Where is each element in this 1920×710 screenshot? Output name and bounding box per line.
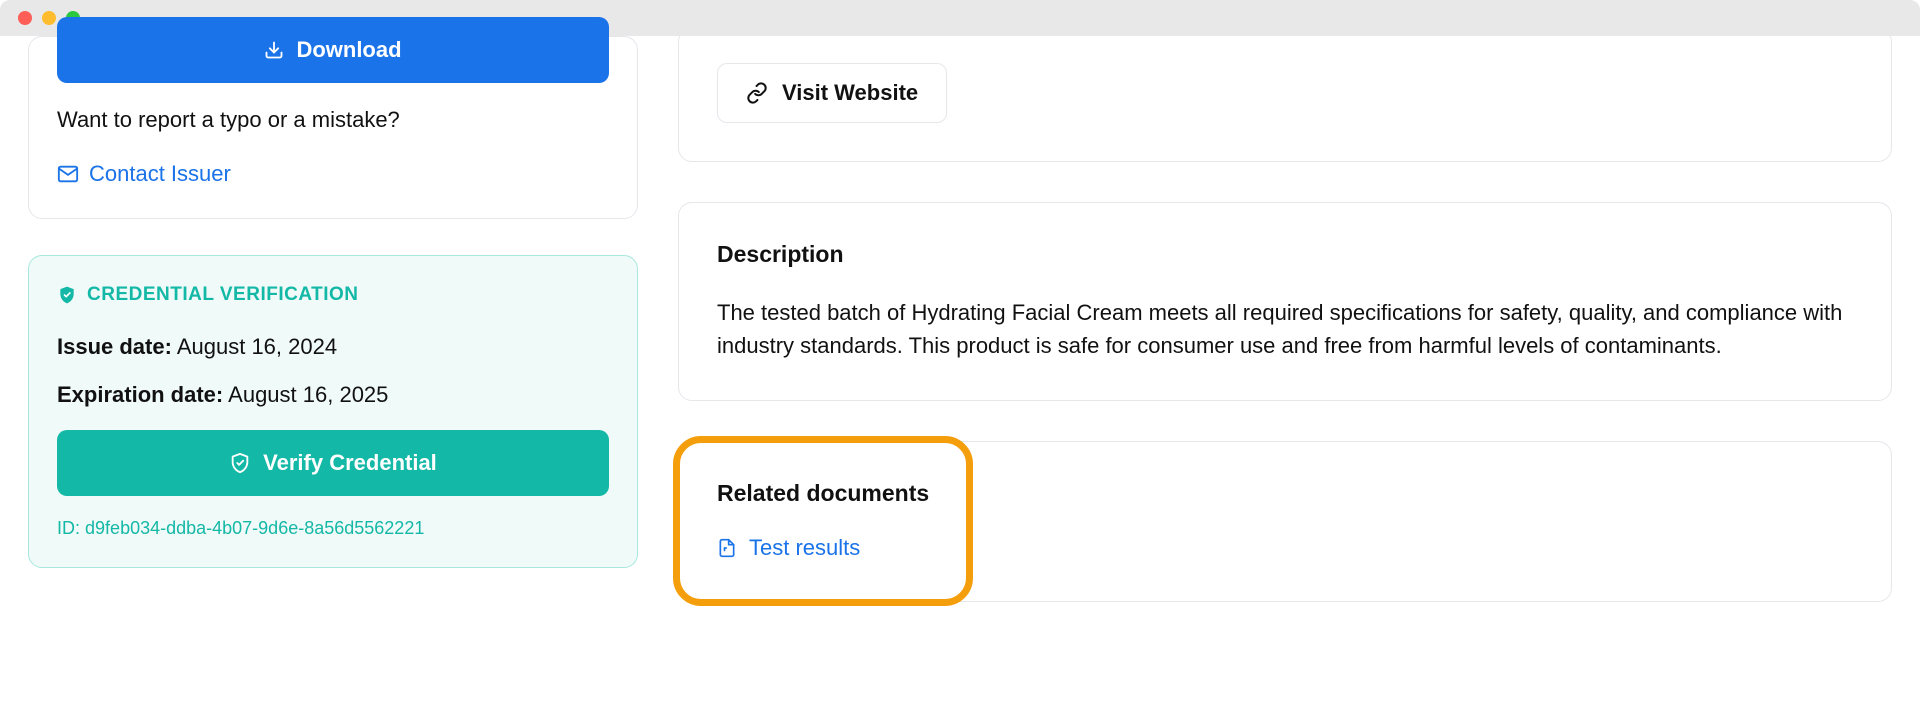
expiration-date-row: Expiration date: August 16, 2025 xyxy=(57,382,609,408)
verification-header: CREDENTIAL VERIFICATION xyxy=(57,284,609,306)
credential-id: ID: d9feb034-ddba-4b07-9d6e-8a56d5562221 xyxy=(57,518,609,539)
description-heading: Description xyxy=(717,241,1853,268)
description-text: The tested batch of Hydrating Facial Cre… xyxy=(717,296,1853,362)
shield-icon xyxy=(229,452,251,474)
download-button[interactable]: Download xyxy=(57,17,609,83)
download-icon xyxy=(264,40,284,60)
issue-date-label: Issue date: xyxy=(57,334,172,359)
highlight-annotation xyxy=(673,436,973,606)
shield-check-icon xyxy=(57,285,77,305)
verification-card: CREDENTIAL VERIFICATION Issue date: Augu… xyxy=(28,255,638,568)
credential-id-value: d9feb034-ddba-4b07-9d6e-8a56d5562221 xyxy=(85,518,424,538)
test-results-label: Test results xyxy=(749,535,860,561)
website-card: Visit Website xyxy=(678,28,1892,162)
pdf-file-icon xyxy=(717,538,737,558)
contact-issuer-link[interactable]: Contact Issuer xyxy=(57,161,231,187)
issue-date-value: August 16, 2024 xyxy=(177,334,337,359)
visit-website-label: Visit Website xyxy=(782,80,918,106)
close-window-button[interactable] xyxy=(18,11,32,25)
verify-credential-label: Verify Credential xyxy=(263,450,437,476)
issue-date-row: Issue date: August 16, 2024 xyxy=(57,334,609,360)
link-icon xyxy=(746,82,768,104)
report-text: Want to report a typo or a mistake? xyxy=(57,107,609,133)
related-documents-card: Related documents Test results xyxy=(678,441,1892,602)
description-card: Description The tested batch of Hydratin… xyxy=(678,202,1892,401)
expiration-date-value: August 16, 2025 xyxy=(228,382,388,407)
verify-credential-button[interactable]: Verify Credential xyxy=(57,430,609,496)
expiration-date-label: Expiration date: xyxy=(57,382,223,407)
verification-header-label: CREDENTIAL VERIFICATION xyxy=(87,284,359,306)
actions-card: Download Want to report a typo or a mist… xyxy=(28,36,638,219)
download-label: Download xyxy=(296,37,401,63)
credential-id-label: ID: xyxy=(57,518,80,538)
minimize-window-button[interactable] xyxy=(42,11,56,25)
contact-issuer-label: Contact Issuer xyxy=(89,161,231,187)
mail-icon xyxy=(57,163,79,185)
visit-website-button[interactable]: Visit Website xyxy=(717,63,947,123)
related-documents-heading: Related documents xyxy=(717,480,1853,507)
test-results-link[interactable]: Test results xyxy=(717,535,860,561)
